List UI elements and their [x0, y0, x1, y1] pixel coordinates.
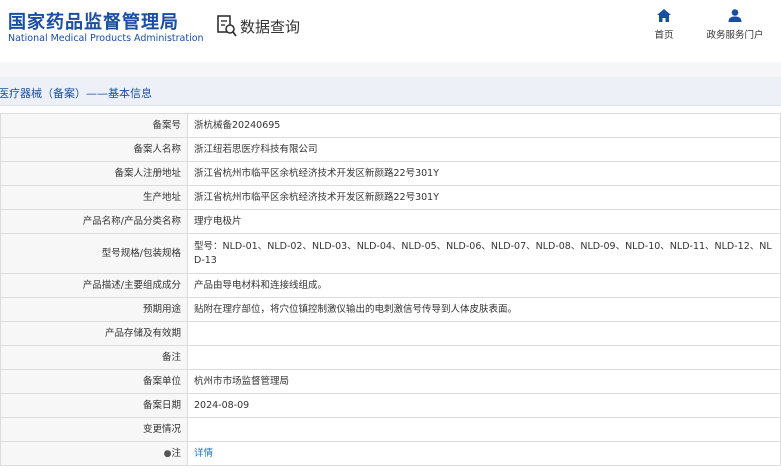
table-row: 备案人名称 浙江纽若思医疗科技有限公司 [0, 137, 781, 162]
row-label: 备案号 [0, 113, 188, 138]
table-row: 产品存储及有效期 [0, 321, 781, 346]
section-bar: 医疗器械（备案）——基本信息 [0, 77, 781, 106]
table-row: 备注 [0, 345, 781, 370]
row-value: 型号：NLD-01、NLD-02、NLD-03、NLD-04、NLD-05、NL… [187, 233, 781, 274]
table-row: 备案日期 2024-08-09 [0, 393, 781, 418]
row-label: 备注 [0, 345, 188, 370]
table-row: 生产地址 浙江省杭州市临平区余杭经济技术开发区新颜路22号301Y [0, 185, 781, 210]
table-row: 预期用途 贴附在理疗部位，将穴位镇控制激仪输出的电刺激信号传导到人体皮肤表面。 [0, 297, 781, 322]
row-value: 浙江省杭州市临平区余杭经济技术开发区新颜路22号301Y [187, 161, 781, 186]
row-value: 产品由导电材料和连接线组成。 [187, 273, 781, 298]
site-logo-en[interactable]: National Medical Products Administration [8, 33, 204, 44]
row-value: 浙杭械备20240695 [187, 113, 781, 138]
section-title: 医疗器械（备案）——基本信息 [0, 87, 152, 100]
nav-portal[interactable]: 政务服务门户 [702, 9, 768, 41]
row-label: 变更情况 [0, 417, 188, 442]
row-label: 型号规格/包装规格 [0, 233, 188, 274]
table-row: 变更情况 [0, 417, 781, 442]
row-label: 备案人名称 [0, 137, 188, 162]
search-document-icon [217, 15, 237, 37]
row-value: 2024-08-09 [187, 393, 781, 418]
table-row: ●注 详情 [0, 441, 781, 466]
site-logo-cn[interactable]: 国家药品监督管理局 [8, 8, 179, 34]
header-divider [0, 62, 781, 77]
row-value: 贴附在理疗部位，将穴位镇控制激仪输出的电刺激信号传导到人体皮肤表面。 [187, 297, 781, 322]
row-value: 浙江纽若思医疗科技有限公司 [187, 137, 781, 162]
user-icon [728, 9, 742, 22]
data-query-title: 数据查询 [217, 15, 300, 37]
table-row: 备案号 浙杭械备20240695 [0, 113, 781, 138]
row-label: 预期用途 [0, 297, 188, 322]
note-label: 注 [171, 447, 181, 459]
row-value [187, 417, 781, 442]
table-row: 备案人注册地址 浙江省杭州市临平区余杭经济技术开发区新颜路22号301Y [0, 161, 781, 186]
row-label: 产品名称/产品分类名称 [0, 209, 188, 234]
details-link[interactable]: 详情 [194, 448, 213, 459]
table-row: 备案单位 杭州市市场监督管理局 [0, 369, 781, 394]
nav-home[interactable]: 首页 [650, 9, 678, 41]
query-label: 数据查询 [240, 17, 301, 36]
row-label: 生产地址 [0, 185, 188, 210]
row-value: 浙江省杭州市临平区余杭经济技术开发区新颜路22号301Y [187, 185, 781, 210]
row-value: 理疗电极片 [187, 209, 781, 234]
detail-table: 备案号 浙杭械备20240695 备案人名称 浙江纽若思医疗科技有限公司 备案人… [0, 113, 781, 466]
row-label-note: ●注 [0, 441, 188, 466]
table-row: 型号规格/包装规格 型号：NLD-01、NLD-02、NLD-03、NLD-04… [0, 233, 781, 274]
nav-home-label: 首页 [654, 30, 674, 41]
table-row: 产品描述/主要组成成分 产品由导电材料和连接线组成。 [0, 273, 781, 298]
row-value: 杭州市市场监督管理局 [187, 369, 781, 394]
home-icon [657, 9, 671, 22]
row-label: 产品描述/主要组成成分 [0, 273, 188, 298]
row-label: 产品存储及有效期 [0, 321, 188, 346]
row-value [187, 345, 781, 370]
row-label: 备案日期 [0, 393, 188, 418]
row-label: 备案人注册地址 [0, 161, 188, 186]
table-row: 产品名称/产品分类名称 理疗电极片 [0, 209, 781, 234]
site-header: 国家药品监督管理局 National Medical Products Admi… [0, 0, 781, 62]
row-value [187, 321, 781, 346]
row-label: 备案单位 [0, 369, 188, 394]
nav-portal-label: 政务服务门户 [706, 30, 764, 41]
row-value: 详情 [187, 441, 781, 466]
